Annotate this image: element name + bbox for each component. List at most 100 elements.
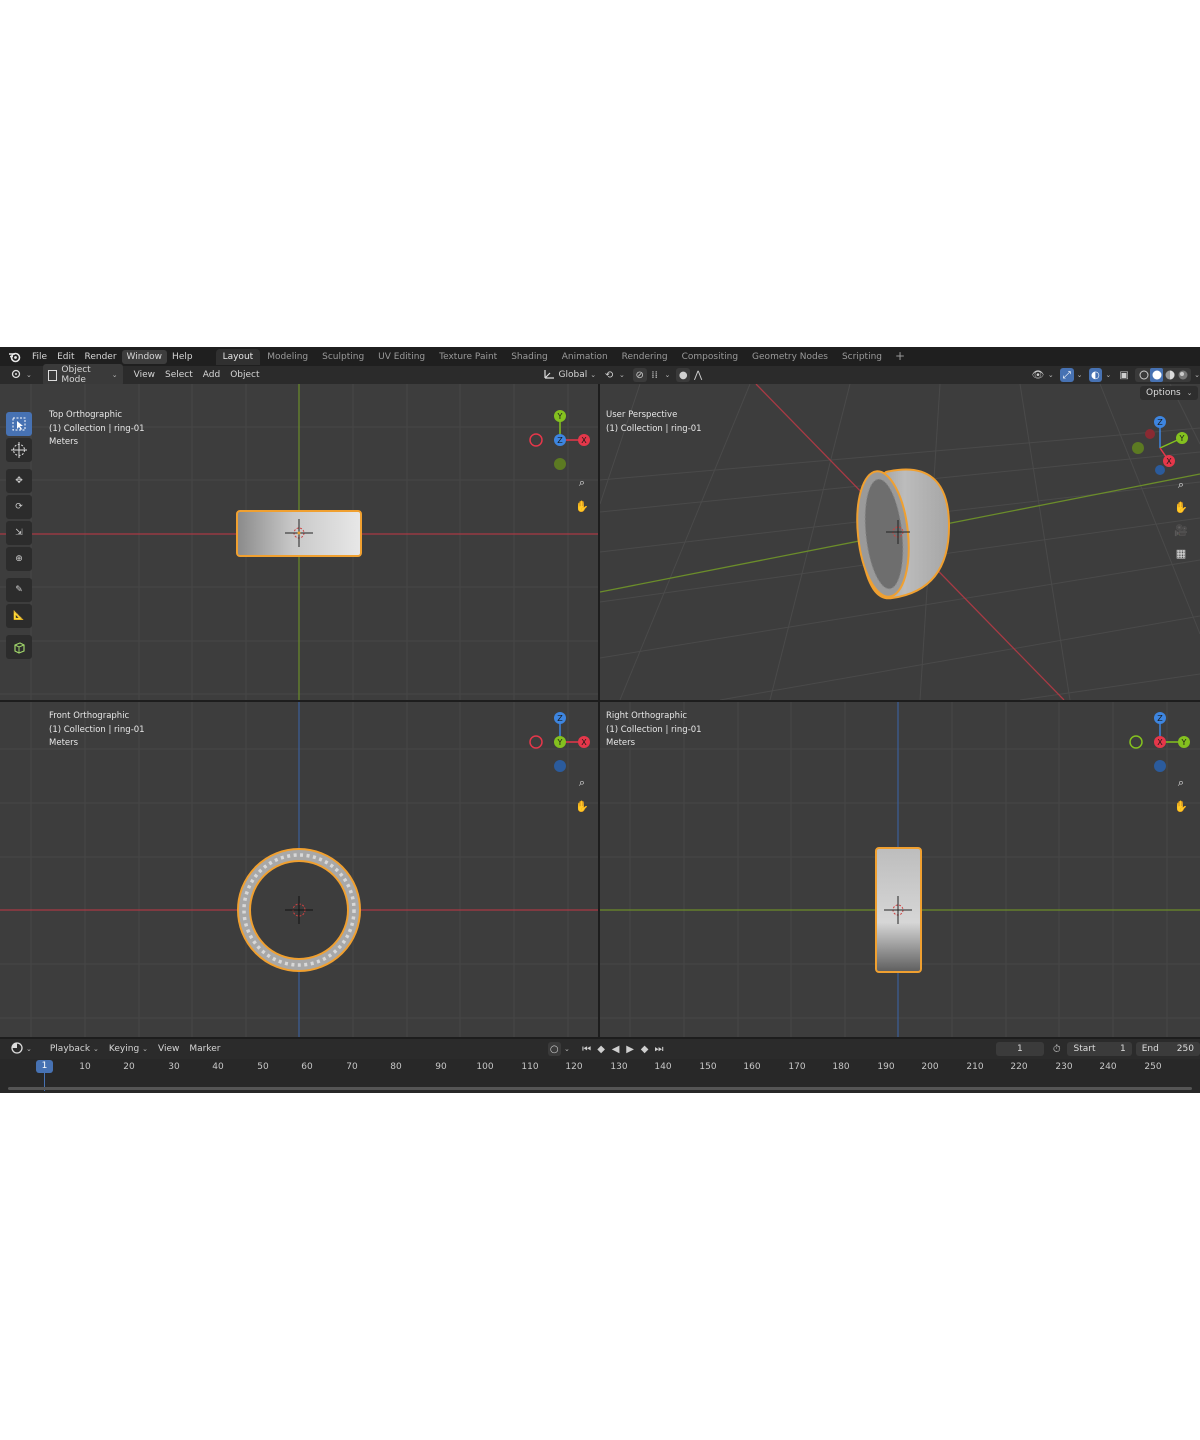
- annotate-icon[interactable]: ✎: [6, 578, 32, 602]
- material-shading-icon[interactable]: [1163, 368, 1176, 382]
- playhead[interactable]: 1: [36, 1060, 53, 1073]
- ring-right-view[interactable]: [600, 702, 1200, 1037]
- wireframe-shading-icon[interactable]: [1137, 368, 1150, 382]
- tab-shading[interactable]: Shading: [504, 349, 555, 365]
- hand-icon[interactable]: ✋: [573, 797, 591, 815]
- timeline-area[interactable]: 1 10 20 30 40 50 60 70 80 90 100 110 120…: [0, 1059, 1200, 1093]
- menu-select[interactable]: Select: [160, 369, 198, 381]
- menu-marker[interactable]: Marker: [184, 1043, 225, 1055]
- axis-neg-y-handle[interactable]: [1132, 442, 1144, 454]
- rendered-shading-icon[interactable]: [1176, 368, 1189, 382]
- hand-icon[interactable]: ✋: [1172, 797, 1190, 815]
- axis-neg-y-handle[interactable]: [554, 458, 566, 470]
- options-dropdown[interactable]: Options ⌄: [1140, 386, 1199, 400]
- axis-gizmo[interactable]: Y X Z: [528, 408, 592, 472]
- record-icon[interactable]: ○: [547, 1042, 561, 1056]
- timeline-editor-type[interactable]: ⌄: [6, 1041, 37, 1058]
- tab-sculpting[interactable]: Sculpting: [315, 349, 371, 365]
- frame-tick: 190: [877, 1062, 895, 1072]
- overlay-toggle-icon[interactable]: ◐: [1088, 368, 1103, 382]
- current-frame-field[interactable]: 1: [995, 1042, 1044, 1056]
- viewport-user-perspective[interactable]: User Perspective (1) Collection | ring-0…: [600, 384, 1200, 700]
- xray-icon[interactable]: ▣: [1117, 368, 1131, 382]
- menu-object[interactable]: Object: [225, 369, 264, 381]
- solid-shading-icon[interactable]: [1150, 368, 1164, 382]
- end-frame-field[interactable]: End 250: [1135, 1042, 1200, 1056]
- add-workspace-button[interactable]: +: [889, 349, 911, 365]
- viewport-top-ortho[interactable]: Top Orthographic (1) Collection | ring-0…: [0, 384, 598, 700]
- snap-icon[interactable]: ⊘: [632, 368, 647, 382]
- play-reverse-icon[interactable]: ◀: [609, 1042, 622, 1056]
- tab-scripting[interactable]: Scripting: [835, 349, 889, 365]
- clock-icon[interactable]: ⏱: [1050, 1042, 1063, 1056]
- tab-uv-editing[interactable]: UV Editing: [371, 349, 432, 365]
- blender-logo-icon[interactable]: [7, 350, 21, 364]
- pivot-icon[interactable]: ⟲: [602, 368, 616, 382]
- next-keyframe-icon[interactable]: ◆: [638, 1042, 651, 1056]
- menu-view[interactable]: View: [129, 369, 160, 381]
- jump-start-icon[interactable]: ⏮: [580, 1042, 593, 1056]
- units-label: Meters: [49, 437, 79, 447]
- tab-compositing[interactable]: Compositing: [675, 349, 745, 365]
- tab-layout[interactable]: Layout: [215, 348, 261, 365]
- tab-animation[interactable]: Animation: [555, 349, 615, 365]
- axis-neg-x-handle[interactable]: [1145, 429, 1155, 439]
- hand-icon[interactable]: ✋: [573, 497, 591, 515]
- menu-add[interactable]: Add: [198, 369, 225, 381]
- play-icon[interactable]: ▶: [623, 1042, 636, 1056]
- zoom-icon[interactable]: ⌕: [573, 774, 591, 792]
- prev-keyframe-icon[interactable]: ◆: [594, 1042, 607, 1056]
- viewport-right-ortho[interactable]: Right Orthographic (1) Collection | ring…: [600, 702, 1200, 1037]
- axis-neg-x-handle[interactable]: [529, 735, 543, 749]
- zoom-icon[interactable]: ⌕: [573, 474, 591, 492]
- proportional-edit-icon[interactable]: ●: [676, 368, 691, 382]
- axis-gizmo[interactable]: Z X Y: [528, 710, 592, 774]
- axis-gizmo[interactable]: Z Y X: [1130, 414, 1194, 478]
- ring-front-view[interactable]: [0, 702, 598, 1037]
- zoom-icon[interactable]: ⌕: [1172, 774, 1190, 792]
- axis-y-label: Y: [1181, 738, 1187, 747]
- grid-icon[interactable]: ▦: [1172, 544, 1190, 562]
- menu-timeline-view[interactable]: View: [153, 1043, 184, 1055]
- visibility-icon[interactable]: 👁: [1031, 368, 1045, 382]
- start-frame-field[interactable]: Start 1: [1067, 1042, 1132, 1056]
- axis-neg-y-handle[interactable]: [1129, 735, 1143, 749]
- mode-dropdown[interactable]: Object Mode ⌄: [42, 364, 123, 386]
- orientation-dropdown[interactable]: Global ⌄: [539, 368, 602, 383]
- axis-gizmo[interactable]: Z Y X: [1128, 710, 1192, 774]
- cursor-icon[interactable]: [6, 438, 32, 462]
- move-icon[interactable]: ✥: [6, 469, 32, 493]
- view-name: User Perspective: [606, 410, 678, 420]
- transform-icon[interactable]: ⊕: [6, 547, 32, 571]
- axis-neg-x-handle[interactable]: [529, 433, 543, 447]
- camera-icon[interactable]: 🎥: [1172, 521, 1190, 539]
- hand-icon[interactable]: ✋: [1172, 498, 1190, 516]
- select-box-icon[interactable]: [6, 412, 32, 436]
- editor-type-button[interactable]: ⌄: [6, 368, 37, 383]
- tab-rendering[interactable]: Rendering: [615, 349, 675, 365]
- axis-neg-z-handle[interactable]: [1155, 465, 1165, 475]
- measure-icon[interactable]: 📐: [6, 604, 32, 628]
- gizmo-toggle-icon[interactable]: ⤢: [1059, 368, 1074, 382]
- menu-file[interactable]: File: [27, 350, 52, 364]
- rotate-icon[interactable]: ⟳: [6, 495, 32, 519]
- menu-edit[interactable]: Edit: [52, 350, 79, 364]
- timeline-scrollbar[interactable]: [8, 1087, 1192, 1090]
- menu-help[interactable]: Help: [167, 350, 198, 364]
- tab-texture-paint[interactable]: Texture Paint: [432, 349, 504, 365]
- falloff-icon[interactable]: ⋀: [691, 368, 705, 382]
- axis-neg-z-handle[interactable]: [1154, 760, 1166, 772]
- viewport-front-ortho[interactable]: Front Orthographic (1) Collection | ring…: [0, 702, 598, 1037]
- tab-modeling[interactable]: Modeling: [260, 349, 315, 365]
- zoom-icon[interactable]: ⌕: [1172, 476, 1190, 494]
- menu-window[interactable]: Window: [121, 349, 168, 364]
- snap-target-icon[interactable]: ⁞⁞: [648, 368, 662, 382]
- axis-neg-z-handle[interactable]: [554, 760, 566, 772]
- jump-end-icon[interactable]: ⏭: [652, 1042, 665, 1056]
- menu-playback[interactable]: Playback ⌄: [45, 1043, 104, 1055]
- menu-keying[interactable]: Keying ⌄: [104, 1043, 153, 1055]
- add-cube-icon[interactable]: [6, 635, 32, 659]
- tab-geometry-nodes[interactable]: Geometry Nodes: [745, 349, 835, 365]
- menu-render[interactable]: Render: [80, 350, 122, 364]
- scale-icon[interactable]: ⇲: [6, 521, 32, 545]
